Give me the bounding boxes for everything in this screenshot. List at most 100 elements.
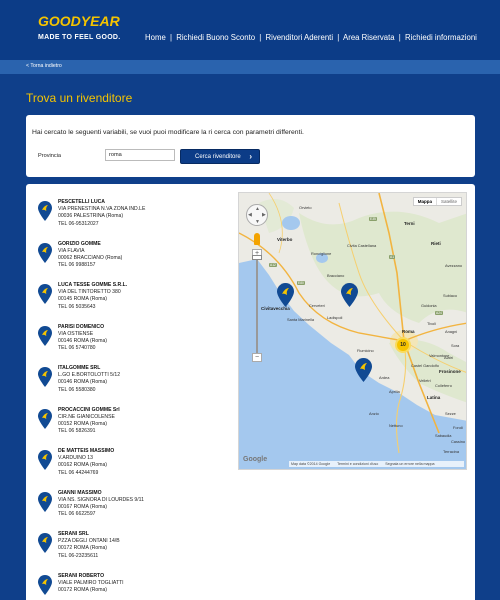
dealer-item[interactable]: GORIZIO GOMME VIA FLAVIA 00062 BRACCIANO (…	[36, 238, 236, 280]
map-marker[interactable]	[355, 358, 372, 382]
map-marker[interactable]	[277, 283, 294, 307]
dealer-name[interactable]: PARISI DOMENICO	[58, 324, 107, 331]
map-label-velletri: Velletri	[419, 378, 431, 383]
dealer-item[interactable]: LUCA TESSE GOMME S.R.L. VIA DEL TINTORETT…	[36, 279, 236, 321]
map-type-control: Mappa Satellite	[412, 197, 462, 206]
map-label-sora: Sora	[451, 343, 460, 348]
search-panel: Hai cercato le seguenti variabili, se vu…	[26, 115, 475, 177]
map-label-anagni: Anagni	[445, 329, 458, 334]
map-attribution: Map data ©2014 Google Termini e condizio…	[289, 461, 464, 467]
dealer-phone: TEL 06-95312027	[58, 220, 99, 227]
dealer-pin-icon	[38, 533, 52, 553]
map-terms-link[interactable]: Termini e condizioni d'uso	[337, 462, 378, 466]
dealer-details: SERANI SRL PZZA DEGLI ONTANI 14/B 00172 RO…	[58, 531, 120, 560]
pan-down-icon[interactable]: ▼	[255, 219, 260, 225]
zoom-out-button[interactable]: −	[252, 353, 262, 362]
dealer-item[interactable]: PROCACCINI GOMME Srl CIR.NE GIANICOLENSE 0…	[36, 404, 236, 446]
dealer-details: PESCETELLI LUCA VIA PRENESTINA N.VA ZONA …	[58, 199, 145, 228]
back-link[interactable]: < Torna indietro	[26, 63, 62, 69]
dealer-phone: TEL 06 9988157	[58, 262, 96, 269]
dealer-name[interactable]: GIANNI MASSIMO	[58, 490, 144, 497]
dealer-item[interactable]: ITALGOMME SRL L.GO E.BORTOLOTTI 5/12 00146…	[36, 362, 236, 404]
nav-separator: |	[398, 33, 401, 42]
breadcrumb-bar: < Torna indietro	[0, 60, 500, 74]
nav-separator: |	[169, 33, 173, 42]
zoom-slider-handle[interactable]	[252, 255, 262, 260]
dealer-item[interactable]: DE MATTEIS MASSIMO V.ARDUINO 13 00162 ROMA…	[36, 445, 236, 487]
road-shield: A1	[389, 255, 396, 259]
pan-control[interactable]: ▲ ▼ ◀ ▶	[246, 204, 268, 226]
dealer-item[interactable]: SERANI ROBERTO VIALE PALMIRO TOGLIATTI 001…	[36, 570, 236, 600]
dealer-pin-icon	[38, 325, 52, 346]
map-label-fondi: Fondi	[453, 425, 463, 430]
marker-cluster[interactable]: 10	[395, 337, 411, 353]
map-label-tivoli: Tivoli	[427, 321, 436, 326]
nav-separator: |	[259, 33, 262, 42]
chevron-right-icon: ›	[249, 152, 252, 161]
dealer-details: DE MATTEIS MASSIMO V.ARDUINO 13 00162 ROMA…	[58, 448, 114, 477]
dealer-city: 00146 ROMA (Roma)	[58, 379, 107, 386]
dealer-name[interactable]: DE MATTEIS MASSIMO	[58, 448, 114, 455]
nav-richiedi-buono-sconto[interactable]: Richiedi Buono Sconto	[176, 33, 255, 42]
dealer-map[interactable]: Orvieto Viterbo Terni Rieti Civitavecchi…	[238, 192, 467, 470]
dealer-pin-icon	[38, 574, 52, 595]
road-shield: A24	[435, 311, 443, 315]
dealer-name[interactable]: SERANI SRL	[58, 531, 120, 538]
dealer-name[interactable]: PROCACCINI GOMME Srl	[58, 407, 120, 414]
pan-right-icon[interactable]: ▶	[262, 212, 266, 218]
search-button-label: Cerca rivenditore	[195, 153, 241, 160]
zoom-slider[interactable]	[256, 249, 258, 362]
dealer-address: PZZA DEGLI ONTANI 14/B	[58, 538, 120, 545]
goodyear-logo[interactable]: GOODYEAR	[38, 12, 128, 30]
dealer-name[interactable]: ITALGOMME SRL	[58, 365, 120, 372]
search-dealer-button[interactable]: Cerca rivenditore ›	[180, 149, 260, 164]
map-type-mappa[interactable]: Mappa	[414, 198, 436, 205]
dealer-pin-icon	[38, 450, 52, 470]
map-canvas[interactable]	[239, 193, 467, 470]
dealer-item[interactable]: PARISI DOMENICO VIA OSTIENSE 00146 ROMA (R…	[36, 321, 236, 363]
map-label-frosinone: Frosinone	[439, 369, 461, 374]
province-input[interactable]	[105, 149, 175, 161]
dealer-details: ITALGOMME SRL L.GO E.BORTOLOTTI 5/12 00146…	[58, 365, 120, 394]
nav-richiedi-informazioni[interactable]: Richiedi informazioni	[405, 33, 477, 42]
pan-up-icon[interactable]: ▲	[255, 206, 260, 212]
google-logo: Google	[243, 456, 268, 463]
map-label-subiaco: Subiaco	[443, 293, 458, 298]
dealer-address: VIA FLAVIA	[58, 247, 85, 254]
dealer-details: GORIZIO GOMME VIA FLAVIA 00062 BRACCIANO (…	[58, 241, 122, 270]
dealer-item[interactable]: SERANI SRL PZZA DEGLI ONTANI 14/B 00172 RO…	[36, 528, 236, 570]
map-label-roma: Roma	[402, 329, 415, 334]
dealer-details: PARISI DOMENICO VIA OSTIENSE 00146 ROMA (R…	[58, 324, 107, 353]
dealer-list: PESCETELLI LUCA VIA PRENESTINA N.VA ZONA …	[36, 196, 236, 600]
dealer-name[interactable]: SERANI ROBERTO	[58, 573, 124, 580]
dealer-city: 00162 ROMA (Roma)	[58, 462, 107, 469]
dealer-name[interactable]: GORIZIO GOMME	[58, 241, 122, 248]
dealer-details: LUCA TESSE GOMME S.R.L. VIA DEL TINTORETT…	[58, 282, 127, 311]
top-navigation: Home | Richiedi Buono Sconto | Rivendito…	[145, 33, 477, 42]
dealer-pin-icon	[38, 284, 52, 304]
dealer-address: VIA OSTIENSE	[58, 330, 94, 337]
pan-left-icon[interactable]: ◀	[248, 212, 252, 218]
dealer-address: VIA DEL TINTORETTO 380	[58, 289, 121, 296]
dealer-phone: TEL 06 5035643	[58, 303, 96, 310]
map-label-castel-gandolfo: Castel Gandolfo	[411, 363, 439, 368]
dealer-item[interactable]: GIANNI MASSIMO VIA NS. SIGNORA DI LOURDES…	[36, 487, 236, 529]
dealer-item[interactable]: PESCETELLI LUCA VIA PRENESTINA N.VA ZONA …	[36, 196, 236, 238]
dealer-name[interactable]: PESCETELLI LUCA	[58, 199, 145, 206]
map-report-link[interactable]: Segnala un errore nella mappa	[385, 462, 434, 466]
map-label-viterbo: Viterbo	[277, 237, 293, 242]
map-label-terni: Terni	[404, 221, 415, 226]
map-type-satellite[interactable]: Satellite	[435, 198, 461, 205]
map-label-sezze: Sezze	[445, 411, 456, 416]
map-marker[interactable]	[341, 283, 358, 307]
brand-tagline: MADE TO FEEL GOOD.	[38, 34, 121, 41]
dealer-city: 00146 ROMA (Roma)	[58, 337, 107, 344]
map-label-ladispoli: Ladispoli	[327, 315, 343, 320]
nav-home[interactable]: Home	[145, 33, 166, 42]
nav-area-riservata[interactable]: Area Riservata	[343, 33, 395, 42]
dealer-phone: TEL 06 5826391	[58, 428, 96, 435]
dealer-name[interactable]: LUCA TESSE GOMME S.R.L.	[58, 282, 127, 289]
dealer-address: VIA PRENESTINA N.VA ZONA IND.LE	[58, 206, 146, 213]
nav-rivenditori-aderenti[interactable]: Rivenditori Aderenti	[265, 33, 333, 42]
street-view-pegman-icon[interactable]	[254, 233, 260, 245]
